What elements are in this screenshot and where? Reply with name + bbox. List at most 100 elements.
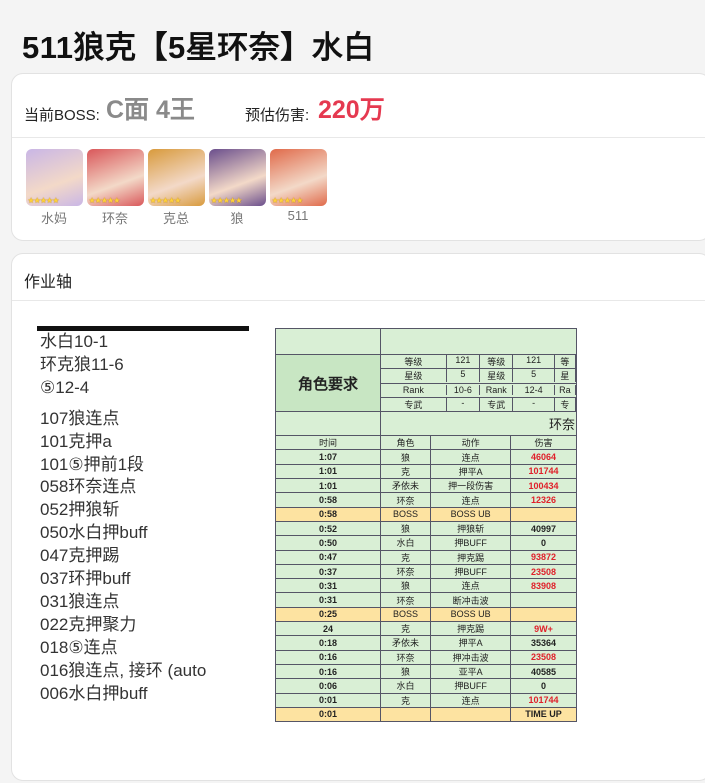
sheet-row: 24 克押克踢 9W+ [275, 621, 577, 637]
sheet-attr-value: 10-6 [447, 385, 481, 396]
sheet-cell: 克 [380, 621, 432, 637]
sheet-cell: 1:01 [275, 463, 382, 480]
sheet-cell: 12326 [510, 492, 577, 508]
axis-sheet-image[interactable]: 角色要求 等级 121 等级 121 等星级 5 星级 5 星 Rank 10-6 Rank 12-4 Ra… [275, 328, 577, 729]
sheet-attr-cell: 等级 121 等级 121 等 [380, 353, 577, 370]
sheet-attr-value: Rank [382, 385, 447, 396]
note-line: 水白10-1 [40, 332, 109, 351]
character-list: ★★★★★ 水妈 ★★★★★ 环奈 ★★★★★ 克总 ★★★★★ 狼 ★★★★★ 511 [25, 149, 327, 227]
note-line: 101⑤押前1段 [40, 454, 145, 474]
character-avatar: ★★★★★ [86, 149, 144, 206]
sheet-cell: 押BUFF [430, 563, 512, 580]
role-requirement-label: 角色要求 [275, 353, 382, 413]
character-name: 水妈 [40, 211, 67, 226]
sheet-attr-value: 专 [555, 398, 576, 411]
character-item[interactable]: ★★★★★ 克总 [147, 149, 205, 227]
axis-notes-image[interactable]: 水白10-1 环克狼11-6 ⑤12-4 107狼连点 101克押a 101⑤押前1段 05… [37, 326, 249, 726]
sheet-cell: 0:58 [275, 506, 382, 522]
sheet-attr-value: 星 [555, 369, 576, 383]
star-rating-icon: ★★★★★ [88, 196, 121, 205]
sheet-attr-value: 5 [447, 369, 481, 383]
sheet-attr-value: 5 [513, 369, 555, 383]
character-name: 狼 [230, 211, 244, 226]
sheet-row: 0:31 环奈 断冲击波 [275, 592, 577, 608]
sheet-cell: 0:16 [275, 663, 382, 680]
sheet-attr-value: Ra [555, 385, 576, 396]
sheet-cell: 押狼斩 [430, 520, 512, 537]
sheet-attr-value: - [513, 398, 555, 411]
character-name: 环奈 [101, 211, 128, 226]
axis-header: 作业轴 [12, 254, 705, 301]
sheet-cell: 押平A [430, 635, 512, 651]
sheet-attr-value: 星级 [382, 369, 447, 383]
page-title: 511狼克【5星环奈】水白 [22, 30, 375, 65]
sheet-row: 0:47 克押克踢 93872 [275, 549, 577, 565]
note-line: 018⑤连点 [40, 637, 118, 657]
sheet-cell: 押一段伤害 [430, 478, 512, 494]
character-avatar: ★★★★★ [147, 149, 205, 206]
sheet-cell: 23508 [510, 563, 577, 580]
sheet-cell: 矛依未 [380, 478, 432, 494]
sheet-row: 0:31 狼连点 83908 [275, 578, 577, 594]
sheet-cell: 连点 [430, 492, 512, 508]
sheet-row: 0:58 BOSS BOSS UB [275, 506, 577, 522]
character-avatar: ★★★★★ [208, 149, 266, 206]
character-item[interactable]: ★★★★★ 511 [269, 149, 327, 227]
sheet-cell: 押BUFF [430, 535, 512, 551]
note-line: 101克押a [40, 431, 112, 451]
sheet-header: 时间 [275, 435, 382, 451]
boss-value: C面 4王 [106, 96, 195, 124]
sheet-cell: BOSS [380, 606, 432, 623]
sheet-cell: 0:16 [275, 649, 382, 665]
note-line: 031狼连点 [40, 591, 120, 611]
sheet-attr-value: 等级 [480, 355, 514, 368]
sheet-row: 1:01 克押平A 101744 [275, 463, 577, 480]
sheet-cell [380, 706, 432, 723]
sheet-cell: 9W+ [510, 621, 577, 637]
character-item[interactable]: ★★★★★ 环奈 [86, 149, 144, 227]
sheet-attr-value: 等 [555, 355, 576, 368]
sheet-row: 1:01 矛依未 押一段伤害 100434 [275, 478, 577, 494]
sheet-header: 角色 [380, 435, 432, 451]
note-line: 016狼连点, 接环 (auto [40, 660, 207, 680]
sheet-cell: 押BUFF [430, 678, 512, 694]
character-name: 511 [287, 208, 309, 223]
sheet-row: 0:16 狼亚平A 40585 [275, 663, 577, 680]
sheet-cell: 0 [510, 535, 577, 551]
character-item[interactable]: ★★★★★ 水妈 [25, 149, 83, 227]
sheet-attr-value: 星级 [480, 369, 514, 383]
note-line: 052押狼斩 [40, 500, 120, 520]
sheet-cell: 押克踢 [430, 621, 512, 637]
sheet-cell: 连点 [430, 578, 512, 594]
boss-row: 当前BOSS: C面 4王 预估伤害: 220万 [12, 74, 705, 138]
sheet-row: 0:52 狼押狼斩 40997 [275, 520, 577, 537]
sheet-attr-value: - [447, 398, 481, 411]
sheet-cell: 40585 [510, 663, 577, 680]
sheet-header: 动作 [430, 435, 512, 451]
note-line: 050水白押buff [40, 523, 148, 543]
sheet-cell: 克 [380, 463, 432, 480]
sheet-row: 0:37 环奈 押BUFF 23508 [275, 563, 577, 580]
sheet-cell: 83908 [510, 578, 577, 594]
axis-card: 作业轴 水白10-1 环克狼11-6 ⑤12-4 107狼连点 101克押a 101⑤押前… [11, 253, 705, 781]
sheet-cell: BOSS UB [430, 606, 512, 623]
note-line: 058环奈连点 [40, 477, 137, 497]
sheet-cell: 环奈 [380, 649, 432, 665]
note-line: ⑤12-4 [40, 377, 90, 397]
note-line: 107狼连点 [40, 408, 120, 428]
sheet-cell: 0:37 [275, 563, 382, 580]
sheet-attr-cell: Rank 10-6 Rank 12-4 Ra [380, 382, 577, 398]
sheet-cell [380, 328, 577, 355]
character-item[interactable]: ★★★★★ 狼 [208, 149, 266, 227]
character-name: 克总 [162, 211, 189, 226]
sheet-attr-value: 121 [513, 355, 555, 368]
sheet-cell: 水白 [380, 678, 432, 694]
sheet-cell: 0:52 [275, 520, 382, 537]
sheet-cell: 0:18 [275, 635, 382, 651]
sheet-cell: 1:01 [275, 478, 382, 494]
sheet-cell: 断冲击波 [430, 592, 512, 608]
character-avatar: ★★★★★ [25, 149, 83, 206]
sheet-cell [510, 606, 577, 623]
sheet-cell: 1:07 [275, 449, 382, 465]
sheet-cell: 0:31 [275, 578, 382, 594]
